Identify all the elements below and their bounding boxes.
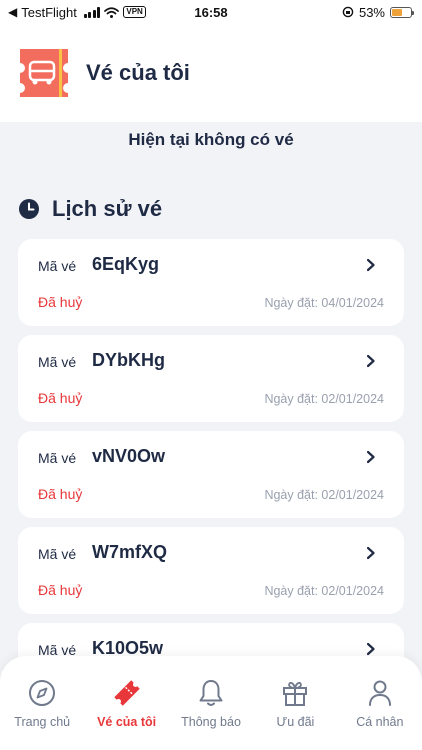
- clock-icon: [19, 199, 39, 219]
- battery-icon: [390, 6, 414, 18]
- status-time: 16:58: [194, 4, 228, 20]
- ticket-code: W7mfXQ: [92, 542, 168, 562]
- ticket-booking-date: Ngày đặt: 02/01/2024: [264, 584, 384, 598]
- ticket-code-label: Mã vé: [38, 258, 77, 274]
- nav-label: Cá nhân: [356, 715, 404, 729]
- nav-label: Thông báo: [181, 715, 241, 729]
- ticket-card[interactable]: Mã vé DYbKHg Đã huỷ Ngày đặt: 02/01/2024: [18, 335, 404, 422]
- empty-state-message: Hiện tại không có vé: [128, 130, 294, 149]
- nav-item-profile[interactable]: Cá nhân: [338, 656, 422, 750]
- ticket-card[interactable]: Mã vé W7mfXQ Đã huỷ Ngày đặt: 02/01/2024: [18, 527, 404, 614]
- ticket-status: Đã huỷ: [38, 582, 83, 598]
- ticket-status: Đã huỷ: [38, 486, 83, 502]
- history-heading: Lịch sử vé: [18, 196, 162, 222]
- page-header: Vé của tôi: [0, 24, 422, 122]
- nav-item-home[interactable]: Trang chủ: [0, 656, 84, 750]
- history-title: Lịch sử vé: [52, 196, 163, 221]
- status-bar: ◀ TestFlight VPN 16:58 53%: [0, 0, 422, 24]
- ticket-booking-date: Ngày đặt: 02/01/2024: [264, 392, 384, 406]
- back-app-label: TestFlight: [21, 4, 77, 20]
- user-icon: [368, 680, 391, 706]
- chevron-right-icon: [366, 546, 375, 560]
- ticket-code-label: Mã vé: [38, 354, 77, 370]
- nav-item-notifications[interactable]: Thông báo: [169, 656, 253, 750]
- chevron-right-icon: [366, 450, 375, 464]
- bus-ticket-icon: [20, 49, 68, 97]
- back-arrow-icon: ◀: [8, 5, 18, 19]
- ticket-icon: [113, 680, 140, 706]
- compass-icon: [29, 680, 56, 706]
- gift-icon: [283, 681, 308, 706]
- nav-label: Vé của tôi: [97, 715, 157, 729]
- ticket-code: DYbKHg: [92, 350, 165, 370]
- ticket-card[interactable]: Mã vé vNV0Ow Đã huỷ Ngày đặt: 02/01/2024: [18, 431, 404, 518]
- chevron-right-icon: [366, 642, 375, 656]
- ticket-code: vNV0Ow: [92, 446, 166, 466]
- nav-label: Trang chủ: [14, 715, 71, 729]
- ticket-status: Đã huỷ: [38, 390, 83, 406]
- ticket-code: 6EqKyg: [92, 254, 160, 274]
- chevron-right-icon: [366, 354, 375, 368]
- battery-percent: 53%: [358, 4, 385, 20]
- nav-item-my-tickets[interactable]: Vé của tôi: [84, 656, 168, 750]
- ticket-status: Đã huỷ: [38, 294, 83, 310]
- page-title: Vé của tôi: [86, 60, 190, 85]
- chevron-right-icon: [366, 258, 375, 272]
- nav-item-offers[interactable]: Ưu đãi: [253, 656, 337, 750]
- orientation-lock-icon: [342, 6, 354, 18]
- ticket-code-label: Mã vé: [38, 450, 77, 466]
- ticket-card[interactable]: Mã vé 6EqKyg Đã huỷ Ngày đặt: 04/01/2024: [18, 239, 404, 326]
- ticket-code-label: Mã vé: [38, 546, 77, 562]
- nav-label: Ưu đãi: [276, 715, 315, 729]
- bottom-navigation: Trang chủ Vé của tôi Thông báo Ưu đãi Cá…: [0, 656, 422, 750]
- ticket-booking-date: Ngày đặt: 02/01/2024: [264, 488, 384, 502]
- ticket-booking-date: Ngày đặt: 04/01/2024: [264, 296, 384, 310]
- bell-icon: [199, 680, 223, 706]
